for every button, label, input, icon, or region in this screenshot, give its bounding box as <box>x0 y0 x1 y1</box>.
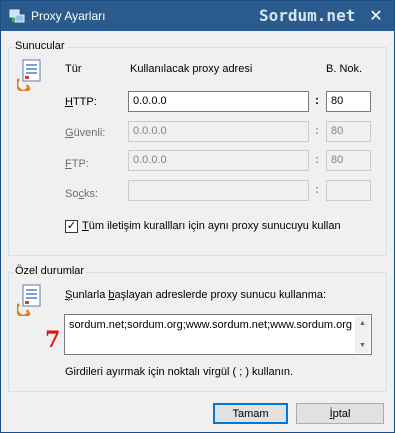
socks-colon: : <box>315 182 319 196</box>
annotation-number: 7 <box>45 327 61 353</box>
watermark-text: Sordum.net <box>259 6 356 25</box>
cancel-button[interactable]: İptal <box>296 403 384 424</box>
secure-port-field[interactable]: 80 <box>326 121 371 142</box>
scroll-up-icon[interactable]: ▲ <box>355 316 370 331</box>
proxy-document-icon <box>17 59 41 91</box>
exceptions-description: Şunlarla başlayan adreslerde proxy sunuc… <box>65 289 327 301</box>
close-icon: ✕ <box>369 8 383 25</box>
http-label: HTTP: <box>65 96 97 108</box>
title-bar: Proxy Ayarları Sordum.net ✕ <box>1 1 394 31</box>
ftp-port-field[interactable]: 80 <box>326 150 371 171</box>
http-colon: : <box>315 93 319 107</box>
ok-button[interactable]: Tamam <box>213 403 288 424</box>
checkmark-icon: ✓ <box>66 220 77 232</box>
secure-label: Güvenli: <box>65 127 106 139</box>
http-port-field[interactable]: 80 <box>326 91 371 112</box>
ftp-address-field[interactable]: 0.0.0.0 <box>128 150 309 171</box>
socks-address-field[interactable] <box>128 180 309 201</box>
scroll-down-icon[interactable]: ▼ <box>355 338 370 353</box>
cancel-button-label: İptal <box>329 407 351 420</box>
close-button[interactable]: ✕ <box>358 1 394 31</box>
exceptions-text: sordum.net;sordum.org;www.sordum.net;www… <box>69 319 353 331</box>
window-title: Proxy Ayarları <box>31 9 106 23</box>
servers-group-label: Sunucular <box>13 40 67 52</box>
exceptions-document-icon <box>17 284 41 316</box>
same-proxy-checkbox[interactable]: ✓ <box>65 220 78 233</box>
network-app-icon <box>9 9 25 23</box>
same-proxy-label[interactable]: Tüm iletişim kurallları için aynı proxy … <box>82 220 341 232</box>
exceptions-group-label: Özel durumlar <box>13 265 87 277</box>
exceptions-textarea[interactable]: sordum.net;sordum.org;www.sordum.net;www… <box>64 314 372 355</box>
column-port-header: B. Nok. <box>326 63 363 75</box>
column-address-header: Kullanılacak proxy adresi <box>130 63 253 75</box>
socks-port-field[interactable] <box>326 180 371 201</box>
http-address-field[interactable]: 0.0.0.0 <box>128 91 309 112</box>
column-type-header: Tür <box>65 63 82 75</box>
secure-colon: : <box>315 123 319 137</box>
separator-hint: Girdileri ayırmak için noktalı virgül ( … <box>65 366 294 378</box>
ok-button-label: Tamam <box>232 407 269 420</box>
exceptions-scrollbar[interactable]: ▲ ▼ <box>355 316 370 353</box>
socks-label: Socks: <box>65 188 99 200</box>
ftp-colon: : <box>315 152 319 166</box>
secure-address-field[interactable]: 0.0.0.0 <box>128 121 309 142</box>
proxy-settings-window: Proxy Ayarları Sordum.net ✕ Sunucular Tü… <box>0 0 395 433</box>
ftp-label: FTP: <box>65 158 89 170</box>
